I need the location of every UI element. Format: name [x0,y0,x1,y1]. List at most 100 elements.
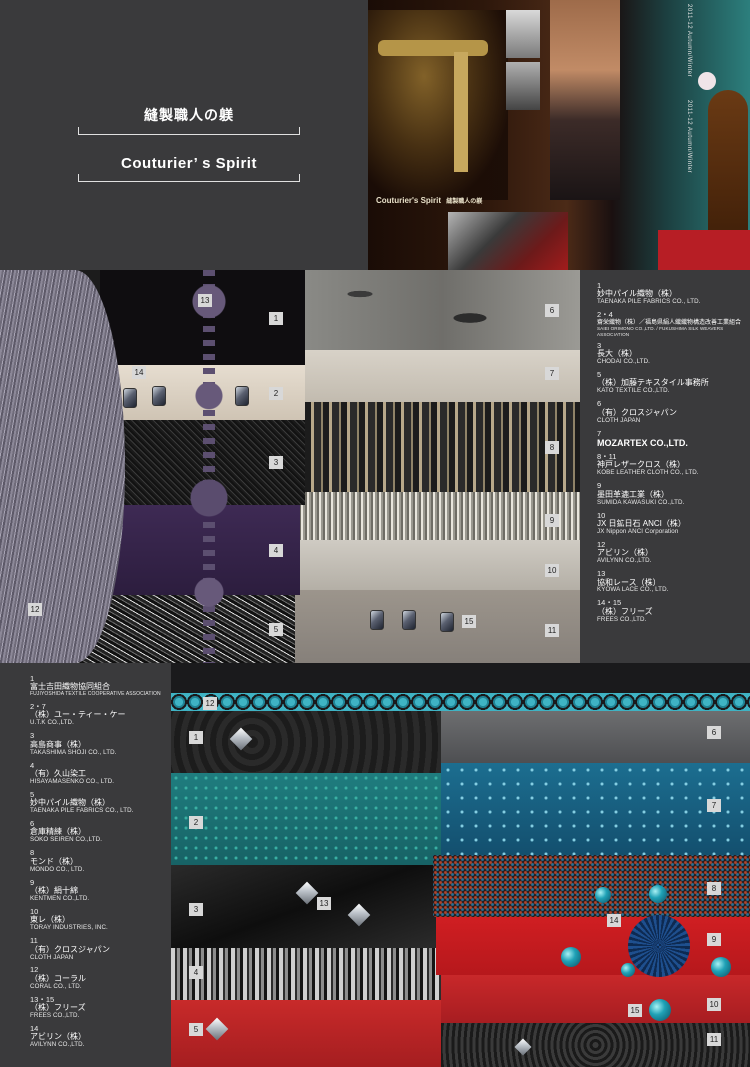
swatch-tag: 6 [545,304,559,317]
supplier-name-en: SAIEI ORIMONO CO.,LTD. / FUKUSHIMA SILK … [597,326,724,337]
fabric-panel-autumn: 1 2 3 4 5 6 7 8 9 10 11 12 13 14 15 [0,270,580,663]
hero-photo: 2011-12 Autumn/Winter 2011-12 Autumn/Win… [368,0,750,270]
supplier-entry: 2・7 （株）ユー・ティー・ケー U.T.K CO.,LTD. [30,702,171,727]
supplier-entry: 5 妙中パイル織物（株） TAENAKA PILE FABRICS CO., L… [30,790,171,815]
supplier-name-en: TAENAKA PILE FABRICS CO., LTD. [597,298,701,306]
title-underline [78,127,300,135]
fabric-swatch-7 [305,350,580,402]
swatch-tag: 2 [189,816,203,829]
fabric-panel-winter: 1 2 3 4 5 6 7 8 9 10 11 12 13 14 15 [171,663,750,1067]
supplier-entry: 6 （有）クロスジャパン CLOTH JAPAN [597,399,750,424]
title-underline [78,174,300,182]
supplier-name-en: CLOTH JAPAN [597,416,641,424]
swatch-tag: 11 [545,624,559,637]
supplier-name-jp: 齋栄織物（株）／福島県絹人織織物構造改善工業組合 [597,319,742,326]
supplier-name-en: SUMIDA KAWASUKI CO.,LTD. [597,498,685,506]
sewing-machine-arm [378,40,488,56]
gem-embellishment [595,887,611,903]
supplier-name-jp: MOZARTEX CO.,LTD. [597,437,688,448]
swatch-tag: 14 [607,914,621,927]
gem-embellishment [621,963,635,977]
title-block: 縫製職人の躾 Couturier’ s Spirit [78,105,300,182]
hero-caption-en: Couturier's Spirit [376,196,442,205]
supplier-entry: 14・15 （株）フリーズ FREES CO.,LTD. [597,598,750,623]
supplier-name-en: SOKO SEIREN CO.,LTD. [30,836,103,844]
supplier-name-en: CLOTH JAPAN [30,953,74,961]
swatch-tag: 1 [269,312,283,325]
fabric-swatch-4 [171,948,441,1000]
swatch-tag: 10 [545,564,559,577]
supplier-entry: 5 （株）加藤テキスタイル事務所 KATO TEXTILE CO.,LTD. [597,370,750,395]
swatch-tag: 9 [707,933,721,946]
fabric-swatch-10 [441,975,750,1023]
gem-embellishment [561,947,581,967]
supplier-entry: 8・11 神戸レザークロス（株） KOBE LEATHER CLOTH CO.,… [597,452,750,477]
hero-caption: Couturier's Spirit 縫製職人の躾 [376,196,482,205]
supplier-name-en: MONDO CO., LTD. [30,865,85,873]
supplier-entry: 12 アビリン（株） AVILYNN CO.,LTD. [597,540,750,565]
swatch-tag: 14 [132,366,146,379]
supplier-list-autumn: 1 妙中パイル織物（株） TAENAKA PILE FABRICS CO., L… [580,270,750,663]
swatch-tag: 7 [707,799,721,812]
top-section: 縫製職人の躾 Couturier’ s Spirit 2011-12 Autum… [0,0,750,270]
swatch-tag: 5 [189,1023,203,1036]
fabric-swatch-10 [300,540,580,590]
supplier-list-winter: 1 富士吉田織物協同組合 FUJIYOSHIDA TEXTILE COOPERA… [0,663,171,1067]
swatch-tag: 3 [269,456,283,469]
jewel-embellishment [235,386,249,406]
supplier-entry: 6 倉庫精練（株） SOKO SEIREN CO.,LTD. [30,819,171,844]
jewel-embellishment [440,612,454,632]
gem-embellishment [649,999,671,1021]
scissors-photo [448,212,568,270]
supplier-name-en: U.T.K CO.,LTD. [30,719,74,727]
swatch-tag: 13 [198,294,212,307]
supplier-name-en: AVILYNN CO.,LTD. [597,557,652,565]
supplier-entry: 9 墨田革漉工業（株） SUMIDA KAWASUKI CO.,LTD. [597,481,750,506]
supplier-name-en: CHODAI CO.,LTD. [597,358,650,366]
supplier-number: 7 [597,428,602,438]
fabric-swatch-3 [171,865,441,948]
supplier-name-en: TAKASHIMA SHOJI CO., LTD. [30,748,117,756]
fabric-swatch-8 [305,402,580,492]
supplier-entry: 11 （有）クロスジャパン CLOTH JAPAN [30,936,171,961]
red-floor [658,230,750,270]
gem-embellishment [711,957,731,977]
supplier-entry: 14 アビリン（株） AVILYNN CO.,LTD. [30,1024,171,1049]
sewing-machine-post [454,52,468,172]
supplier-name-en: KATO TEXTILE CO.,LTD. [597,387,670,395]
title-english: Couturier’ s Spirit [121,155,257,172]
swatch-tag: 15 [628,1004,642,1017]
supplier-name-en: TORAY INDUSTRIES, INC. [30,924,108,932]
swatch-tag: 4 [269,544,283,557]
swatch-tag: 13 [317,897,331,910]
supplier-entry: 2・4 齋栄織物（株）／福島県絹人織織物構造改善工業組合 SAIEI ORIMO… [597,310,750,337]
swatch-tag: 11 [707,1033,721,1046]
supplier-entry: 4 （有）久山染工 HISAYAMASENKO CO., LTD. [30,761,171,786]
supplier-name-en: JX Nippon ANCI Corporation [597,527,679,535]
supplier-number: 2・4 [597,310,613,320]
swatch-tag: 5 [269,623,283,636]
supplier-name-en: KENTMEN CO.,LTD. [30,894,90,902]
fabric-swatch-8 [433,855,750,917]
supplier-name-en: KYOWA LACE CO., LTD. [597,586,669,594]
swatch-tag: 12 [28,603,42,616]
supplier-entry: 3 長大（株） CHODAI CO.,LTD. [597,341,750,366]
tailor-photo [506,10,540,58]
swatch-tag: 3 [189,903,203,916]
swatch-tag: 9 [545,514,559,527]
swatch-tag: 4 [189,966,203,979]
fabric-swatch-11 [292,590,580,663]
supplier-name-en: TAENAKA PILE FABRICS CO., LTD. [30,807,134,815]
supplier-entry: 7 MOZARTEX CO.,LTD. [597,428,750,448]
swatch-tag: 12 [203,697,217,710]
fabric-swatch-7 [441,763,750,855]
supplier-entry: 9 （株）絹十綿 KENTMEN CO.,LTD. [30,878,171,903]
sewing-machine-image [368,10,508,200]
supplier-name-en: FUJIYOSHIDA TEXTILE COOPERATIVE ASSOCIAT… [30,691,161,698]
hero-caption-jp: 縫製職人の躾 [446,199,483,205]
swatch-tag: 7 [545,367,559,380]
supplier-entry: 13・15 （株）フリーズ FREES CO.,LTD. [30,995,171,1020]
title-japanese: 縫製職人の躾 [144,107,234,123]
jewel-embellishment [152,386,166,406]
gem-embellishment [649,885,667,903]
